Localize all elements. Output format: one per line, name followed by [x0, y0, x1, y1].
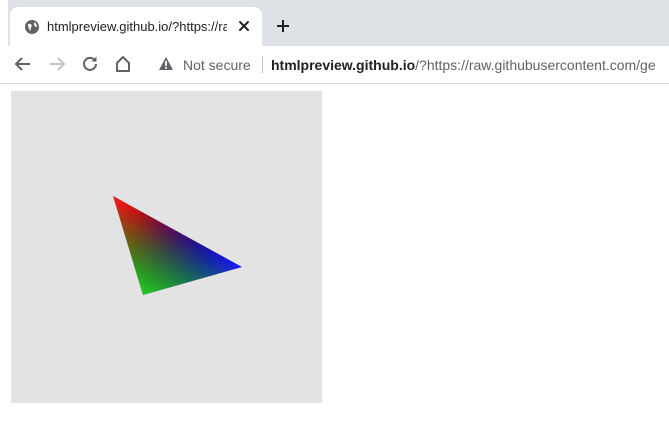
security-label[interactable]: Not secure [183, 57, 251, 73]
home-icon [116, 56, 130, 72]
warning-triangle-icon[interactable] [158, 56, 174, 72]
forward-button[interactable] [45, 52, 69, 76]
back-button[interactable] [11, 52, 35, 76]
url-path: /?https://raw.githubusercontent.com/ge [415, 57, 656, 73]
back-arrow-icon [14, 57, 30, 71]
home-button[interactable] [111, 52, 135, 76]
url-host: htmlpreview.github.io [271, 57, 416, 73]
rgb-triangle [113, 196, 242, 295]
reload-icon [83, 56, 97, 71]
omnibox-divider [262, 56, 263, 73]
new-tab-button[interactable] [270, 13, 296, 39]
globe-icon [24, 19, 40, 35]
webgl-canvas[interactable] [11, 91, 322, 403]
forward-arrow-icon [50, 57, 66, 71]
browser-tab[interactable]: htmlpreview.github.io/?https://ra [10, 7, 262, 46]
tab-strip: htmlpreview.github.io/?https://ra [0, 0, 669, 46]
address-bar[interactable]: Not secure htmlpreview.github.io/?https:… [150, 50, 669, 79]
close-icon[interactable] [233, 15, 255, 37]
browser-toolbar: Not secure htmlpreview.github.io/?https:… [0, 46, 669, 84]
reload-button[interactable] [78, 52, 102, 76]
url-text[interactable]: htmlpreview.github.io/?https://raw.githu… [271, 57, 669, 73]
tab-title: htmlpreview.github.io/?https://ra [47, 19, 227, 34]
plus-icon [277, 20, 289, 32]
